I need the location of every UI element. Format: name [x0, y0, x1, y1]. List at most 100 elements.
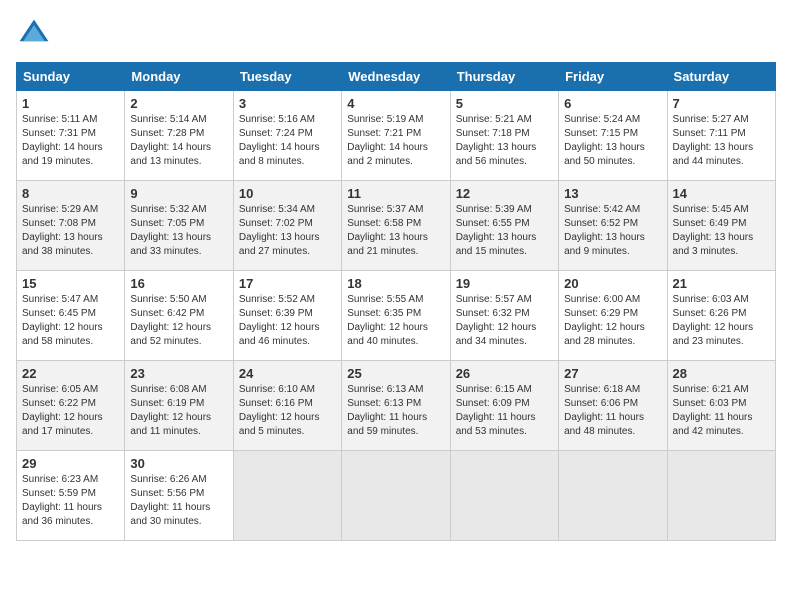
day-info: Sunrise: 6:13 AM Sunset: 6:13 PM Dayligh…: [347, 383, 444, 439]
day-info: Sunrise: 6:21 AM Sunset: 6:03 PM Dayligh…: [673, 383, 770, 439]
calendar-cell: 28 Sunrise: 6:21 AM Sunset: 6:03 PM Dayl…: [667, 361, 775, 451]
day-info: Sunrise: 5:32 AM Sunset: 7:05 PM Dayligh…: [130, 203, 227, 259]
col-header-tuesday: Tuesday: [233, 63, 341, 91]
day-info: Sunrise: 6:08 AM Sunset: 6:19 PM Dayligh…: [130, 383, 227, 439]
page-header: [16, 16, 776, 52]
col-header-monday: Monday: [125, 63, 233, 91]
day-info: Sunrise: 6:15 AM Sunset: 6:09 PM Dayligh…: [456, 383, 553, 439]
day-number: 25: [347, 366, 444, 381]
calendar-cell: 27 Sunrise: 6:18 AM Sunset: 6:06 PM Dayl…: [559, 361, 667, 451]
calendar-cell: 15 Sunrise: 5:47 AM Sunset: 6:45 PM Dayl…: [17, 271, 125, 361]
logo-icon: [16, 16, 52, 52]
calendar-cell: 9 Sunrise: 5:32 AM Sunset: 7:05 PM Dayli…: [125, 181, 233, 271]
week-row-1: 1 Sunrise: 5:11 AM Sunset: 7:31 PM Dayli…: [17, 91, 776, 181]
day-number: 27: [564, 366, 661, 381]
day-number: 28: [673, 366, 770, 381]
logo: [16, 16, 56, 52]
calendar-cell: 8 Sunrise: 5:29 AM Sunset: 7:08 PM Dayli…: [17, 181, 125, 271]
day-info: Sunrise: 5:57 AM Sunset: 6:32 PM Dayligh…: [456, 293, 553, 349]
day-number: 1: [22, 96, 119, 111]
week-row-2: 8 Sunrise: 5:29 AM Sunset: 7:08 PM Dayli…: [17, 181, 776, 271]
day-info: Sunrise: 5:47 AM Sunset: 6:45 PM Dayligh…: [22, 293, 119, 349]
day-number: 6: [564, 96, 661, 111]
day-number: 20: [564, 276, 661, 291]
day-number: 18: [347, 276, 444, 291]
day-info: Sunrise: 5:19 AM Sunset: 7:21 PM Dayligh…: [347, 113, 444, 169]
header-row: SundayMondayTuesdayWednesdayThursdayFrid…: [17, 63, 776, 91]
calendar-cell: 16 Sunrise: 5:50 AM Sunset: 6:42 PM Dayl…: [125, 271, 233, 361]
day-number: 10: [239, 186, 336, 201]
day-info: Sunrise: 6:23 AM Sunset: 5:59 PM Dayligh…: [22, 473, 119, 529]
day-info: Sunrise: 6:18 AM Sunset: 6:06 PM Dayligh…: [564, 383, 661, 439]
calendar-cell: 6 Sunrise: 5:24 AM Sunset: 7:15 PM Dayli…: [559, 91, 667, 181]
col-header-thursday: Thursday: [450, 63, 558, 91]
calendar-cell: [559, 451, 667, 541]
day-info: Sunrise: 5:16 AM Sunset: 7:24 PM Dayligh…: [239, 113, 336, 169]
calendar-cell: 12 Sunrise: 5:39 AM Sunset: 6:55 PM Dayl…: [450, 181, 558, 271]
day-info: Sunrise: 6:03 AM Sunset: 6:26 PM Dayligh…: [673, 293, 770, 349]
calendar-cell: 22 Sunrise: 6:05 AM Sunset: 6:22 PM Dayl…: [17, 361, 125, 451]
day-number: 9: [130, 186, 227, 201]
day-number: 21: [673, 276, 770, 291]
day-info: Sunrise: 6:05 AM Sunset: 6:22 PM Dayligh…: [22, 383, 119, 439]
day-number: 19: [456, 276, 553, 291]
day-info: Sunrise: 5:11 AM Sunset: 7:31 PM Dayligh…: [22, 113, 119, 169]
day-info: Sunrise: 6:26 AM Sunset: 5:56 PM Dayligh…: [130, 473, 227, 529]
calendar-cell: [667, 451, 775, 541]
week-row-5: 29 Sunrise: 6:23 AM Sunset: 5:59 PM Dayl…: [17, 451, 776, 541]
calendar-cell: 2 Sunrise: 5:14 AM Sunset: 7:28 PM Dayli…: [125, 91, 233, 181]
calendar-cell: [342, 451, 450, 541]
day-info: Sunrise: 6:00 AM Sunset: 6:29 PM Dayligh…: [564, 293, 661, 349]
day-number: 30: [130, 456, 227, 471]
day-info: Sunrise: 5:24 AM Sunset: 7:15 PM Dayligh…: [564, 113, 661, 169]
calendar-cell: [233, 451, 341, 541]
calendar-cell: 29 Sunrise: 6:23 AM Sunset: 5:59 PM Dayl…: [17, 451, 125, 541]
day-info: Sunrise: 5:39 AM Sunset: 6:55 PM Dayligh…: [456, 203, 553, 259]
day-number: 12: [456, 186, 553, 201]
calendar-cell: 21 Sunrise: 6:03 AM Sunset: 6:26 PM Dayl…: [667, 271, 775, 361]
calendar-cell: 18 Sunrise: 5:55 AM Sunset: 6:35 PM Dayl…: [342, 271, 450, 361]
day-info: Sunrise: 5:21 AM Sunset: 7:18 PM Dayligh…: [456, 113, 553, 169]
day-number: 29: [22, 456, 119, 471]
calendar-cell: 10 Sunrise: 5:34 AM Sunset: 7:02 PM Dayl…: [233, 181, 341, 271]
calendar-cell: 30 Sunrise: 6:26 AM Sunset: 5:56 PM Dayl…: [125, 451, 233, 541]
day-number: 24: [239, 366, 336, 381]
day-number: 26: [456, 366, 553, 381]
day-info: Sunrise: 5:14 AM Sunset: 7:28 PM Dayligh…: [130, 113, 227, 169]
day-number: 4: [347, 96, 444, 111]
col-header-saturday: Saturday: [667, 63, 775, 91]
calendar-cell: 3 Sunrise: 5:16 AM Sunset: 7:24 PM Dayli…: [233, 91, 341, 181]
calendar-cell: 26 Sunrise: 6:15 AM Sunset: 6:09 PM Dayl…: [450, 361, 558, 451]
calendar-cell: 23 Sunrise: 6:08 AM Sunset: 6:19 PM Dayl…: [125, 361, 233, 451]
day-info: Sunrise: 5:52 AM Sunset: 6:39 PM Dayligh…: [239, 293, 336, 349]
calendar-cell: [450, 451, 558, 541]
day-number: 7: [673, 96, 770, 111]
calendar-cell: 25 Sunrise: 6:13 AM Sunset: 6:13 PM Dayl…: [342, 361, 450, 451]
calendar-cell: 4 Sunrise: 5:19 AM Sunset: 7:21 PM Dayli…: [342, 91, 450, 181]
calendar-cell: 24 Sunrise: 6:10 AM Sunset: 6:16 PM Dayl…: [233, 361, 341, 451]
day-number: 14: [673, 186, 770, 201]
day-info: Sunrise: 5:45 AM Sunset: 6:49 PM Dayligh…: [673, 203, 770, 259]
day-number: 5: [456, 96, 553, 111]
calendar-cell: 17 Sunrise: 5:52 AM Sunset: 6:39 PM Dayl…: [233, 271, 341, 361]
day-info: Sunrise: 5:27 AM Sunset: 7:11 PM Dayligh…: [673, 113, 770, 169]
day-number: 15: [22, 276, 119, 291]
col-header-sunday: Sunday: [17, 63, 125, 91]
day-info: Sunrise: 6:10 AM Sunset: 6:16 PM Dayligh…: [239, 383, 336, 439]
calendar-cell: 1 Sunrise: 5:11 AM Sunset: 7:31 PM Dayli…: [17, 91, 125, 181]
day-number: 23: [130, 366, 227, 381]
day-number: 17: [239, 276, 336, 291]
day-info: Sunrise: 5:37 AM Sunset: 6:58 PM Dayligh…: [347, 203, 444, 259]
week-row-3: 15 Sunrise: 5:47 AM Sunset: 6:45 PM Dayl…: [17, 271, 776, 361]
day-number: 8: [22, 186, 119, 201]
calendar-cell: 14 Sunrise: 5:45 AM Sunset: 6:49 PM Dayl…: [667, 181, 775, 271]
day-number: 13: [564, 186, 661, 201]
week-row-4: 22 Sunrise: 6:05 AM Sunset: 6:22 PM Dayl…: [17, 361, 776, 451]
day-info: Sunrise: 5:55 AM Sunset: 6:35 PM Dayligh…: [347, 293, 444, 349]
calendar-cell: 7 Sunrise: 5:27 AM Sunset: 7:11 PM Dayli…: [667, 91, 775, 181]
day-info: Sunrise: 5:29 AM Sunset: 7:08 PM Dayligh…: [22, 203, 119, 259]
calendar-cell: 5 Sunrise: 5:21 AM Sunset: 7:18 PM Dayli…: [450, 91, 558, 181]
day-info: Sunrise: 5:42 AM Sunset: 6:52 PM Dayligh…: [564, 203, 661, 259]
calendar-cell: 20 Sunrise: 6:00 AM Sunset: 6:29 PM Dayl…: [559, 271, 667, 361]
day-info: Sunrise: 5:50 AM Sunset: 6:42 PM Dayligh…: [130, 293, 227, 349]
